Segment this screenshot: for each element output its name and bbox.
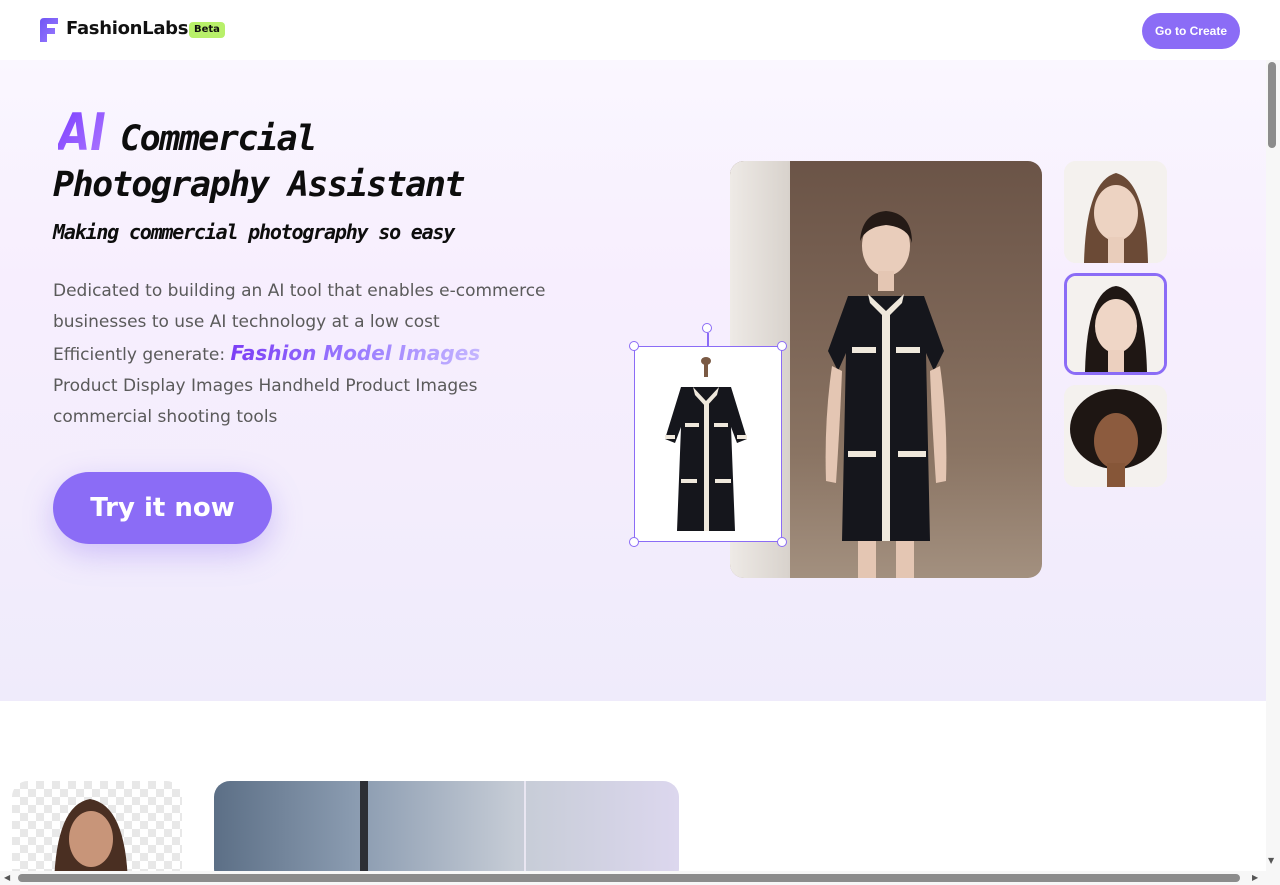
top-navbar: FashionLabs Beta Go to Create [0,0,1266,60]
building-pillar [360,781,368,885]
hero-title-accent: AI [58,103,106,163]
hero-subtitle: Making commercial photography so easy [53,220,455,244]
horizontal-scrollbar-thumb[interactable] [18,874,1240,882]
scroll-down-arrow-icon[interactable]: ▼ [1268,856,1274,866]
hero-title-line-2: Photography Assistant [53,165,466,205]
resize-handle-bottom-right[interactable] [777,537,787,547]
rotate-handle[interactable] [702,323,712,333]
description-line: Product Display Images Handheld Product … [53,376,478,396]
go-to-create-button[interactable]: Go to Create [1142,13,1240,49]
dress-mannequin-image [665,357,747,531]
resize-handle-top-right[interactable] [777,341,787,351]
cutout-model-image [54,799,128,885]
description-line: Efficiently generate: Fashion Model Imag… [53,338,613,371]
description-line: commercial shooting tools [53,407,278,427]
try-it-now-button[interactable]: Try it now [53,472,272,544]
hero-title-line-1: Commercial [120,119,317,159]
resize-handle-top-left[interactable] [629,341,639,351]
resize-handle-bottom-left[interactable] [629,537,639,547]
cutout-preview-card [12,781,182,885]
generate-prefix: Efficiently generate: [53,345,231,365]
face-thumbnail-image [1064,161,1167,263]
vertical-scrollbar[interactable] [1266,60,1280,885]
face-thumbnail-image [1064,385,1167,487]
beta-badge: Beta [189,22,225,38]
model-face-option-selected[interactable] [1064,273,1167,375]
page: FashionLabs Beta Go to Create AI Commerc… [0,0,1280,885]
scroll-right-arrow-icon[interactable]: ▶ [1252,873,1258,883]
model-face-option[interactable] [1064,161,1167,263]
description-line: businesses to use AI technology at a low… [53,312,440,332]
street-photo-card [214,781,679,885]
description-line: Dedicated to building an AI tool that en… [53,281,546,301]
connector-line [707,333,709,347]
vertical-scrollbar-thumb[interactable] [1268,62,1276,148]
model-face-option[interactable] [1064,385,1167,487]
brand-name[interactable]: FashionLabs [66,18,188,39]
garment-selection-frame[interactable] [634,346,782,542]
highlight-fashion-model-images: Fashion Model Images [230,341,481,365]
face-thumbnail-image [1067,276,1164,372]
scroll-left-arrow-icon[interactable]: ◀ [4,873,10,883]
fashionlabs-logo-icon[interactable] [40,18,58,42]
hero-description: Dedicated to building an AI tool that en… [53,276,613,433]
photo-divider [524,781,526,885]
